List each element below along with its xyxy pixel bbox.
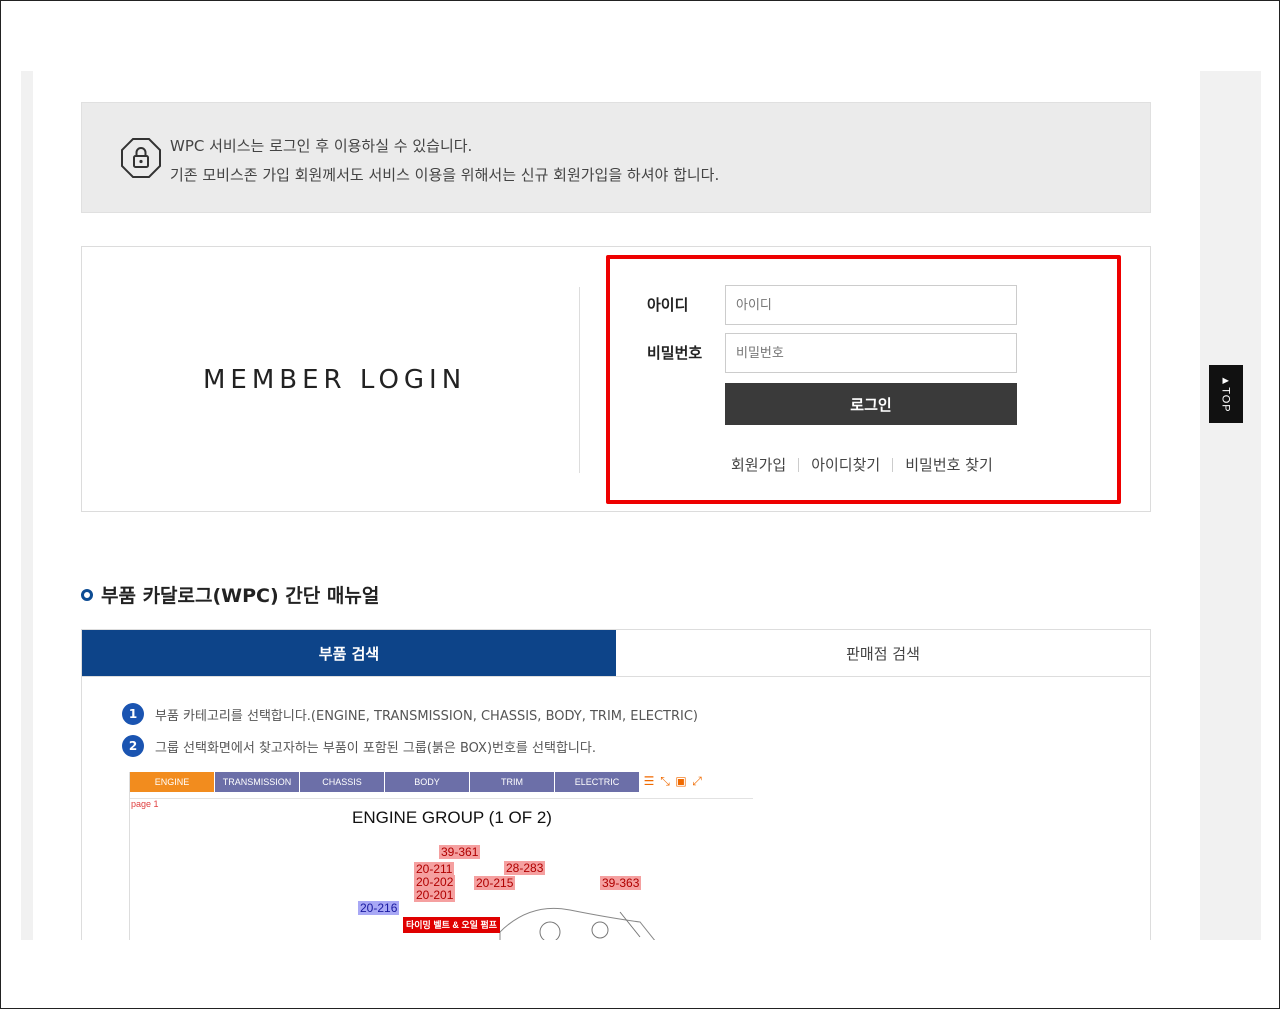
part-tag: 28-283 bbox=[504, 861, 546, 875]
category-body: BODY bbox=[385, 772, 469, 792]
part-tag: 20-215 bbox=[474, 876, 516, 890]
step-number-badge: 2 bbox=[122, 735, 144, 757]
login-divider bbox=[579, 287, 580, 473]
notice-line-2: 기존 모비스존 가입 회원께서도 서비스 이용을 위해서는 신규 회원가입을 하… bbox=[170, 166, 720, 184]
signup-link[interactable]: 회원가입 bbox=[731, 454, 786, 475]
member-login-title: MEMBER LOGIN bbox=[203, 365, 467, 395]
password-label: 비밀번호 bbox=[647, 344, 703, 362]
scroll-top-button[interactable]: ▲TOP bbox=[1209, 365, 1243, 423]
notice-line-1: WPC 서비스는 로그인 후 이용하실 수 있습니다. bbox=[170, 137, 473, 155]
manual-section-title: 부품 카달로그(WPC) 간단 매뉴얼 bbox=[81, 581, 379, 608]
catalog-toolbar: ☰ ⤡ ▣ ⤢ bbox=[642, 774, 704, 788]
step-text: 부품 카테고리를 선택합니다.(ENGINE, TRANSMISSION, CH… bbox=[155, 708, 698, 724]
tab-dealer-search[interactable]: 판매점 검색 bbox=[616, 630, 1150, 676]
id-label: 아이디 bbox=[647, 296, 689, 314]
find-password-link[interactable]: 비밀번호 찾기 bbox=[905, 454, 993, 475]
manual-step: 1 부품 카테고리를 선택합니다.(ENGINE, TRANSMISSION, … bbox=[122, 703, 698, 725]
lock-icon bbox=[121, 138, 161, 178]
login-notice: WPC 서비스는 로그인 후 이용하실 수 있습니다. 기존 모비스존 가입 회… bbox=[81, 102, 1151, 213]
right-rail bbox=[1200, 71, 1261, 940]
tab-part-search[interactable]: 부품 검색 bbox=[82, 630, 616, 676]
category-bar: ENGINE TRANSMISSION CHASSIS BODY TRIM EL… bbox=[130, 772, 640, 792]
list-icon: ☰ bbox=[643, 774, 655, 788]
left-gutter bbox=[21, 71, 33, 940]
collapse-icon: ⤡ bbox=[660, 774, 670, 788]
part-tag: 39-363 bbox=[600, 876, 642, 890]
browser-frame: ▲TOP WPC 서비스는 로그인 후 이용하실 수 있습니다. 기존 모비스존… bbox=[0, 0, 1280, 1009]
find-id-link[interactable]: 아이디찾기 bbox=[811, 454, 880, 475]
category-chassis: CHASSIS bbox=[300, 772, 384, 792]
link-separator bbox=[892, 457, 894, 472]
group-highlight-label: 타이밍 벨트 & 오일 펌프 bbox=[403, 917, 501, 933]
expand-icon: ⤢ bbox=[692, 774, 702, 788]
category-engine: ENGINE bbox=[130, 772, 214, 792]
account-links: 회원가입 아이디찾기 비밀번호 찾기 bbox=[731, 454, 993, 475]
circle-bullet-icon bbox=[81, 588, 93, 601]
step-number-badge: 1 bbox=[122, 703, 144, 725]
manual-title-text: 부품 카달로그(WPC) 간단 매뉴얼 bbox=[101, 585, 380, 607]
part-tag: 20-202 bbox=[414, 875, 456, 889]
part-tag: 20-216 bbox=[358, 901, 400, 915]
login-button[interactable]: 로그인 bbox=[725, 383, 1017, 425]
step-text: 그룹 선택화면에서 찾고자하는 부품이 포함된 그룹(붉은 BOX)번호를 선택… bbox=[155, 740, 596, 756]
fit-icon: ▣ bbox=[675, 774, 687, 788]
part-tag: 39-361 bbox=[439, 845, 481, 859]
id-input[interactable] bbox=[725, 285, 1017, 325]
category-electric: ELECTRIC bbox=[555, 772, 639, 792]
category-transmission: TRANSMISSION bbox=[215, 772, 299, 792]
engine-diagram bbox=[499, 907, 656, 940]
page-label: page 1 bbox=[131, 799, 159, 809]
group-title: ENGINE GROUP (1 OF 2) bbox=[352, 808, 552, 827]
screenshot-divider bbox=[130, 798, 753, 799]
manual-tabs: 부품 검색 판매점 검색 bbox=[81, 629, 1151, 677]
category-trim: TRIM bbox=[470, 772, 554, 792]
manual-step: 2 그룹 선택화면에서 찾고자하는 부품이 포함된 그룹(붉은 BOX)번호를 … bbox=[122, 735, 596, 757]
scroll-top-label: ▲TOP bbox=[1220, 375, 1232, 413]
part-tag: 20-201 bbox=[414, 888, 456, 902]
catalog-screenshot: ENGINE TRANSMISSION CHASSIS BODY TRIM EL… bbox=[129, 772, 753, 940]
password-input[interactable] bbox=[725, 333, 1017, 373]
link-separator bbox=[798, 457, 800, 472]
part-tag: 20-211 bbox=[414, 862, 455, 876]
